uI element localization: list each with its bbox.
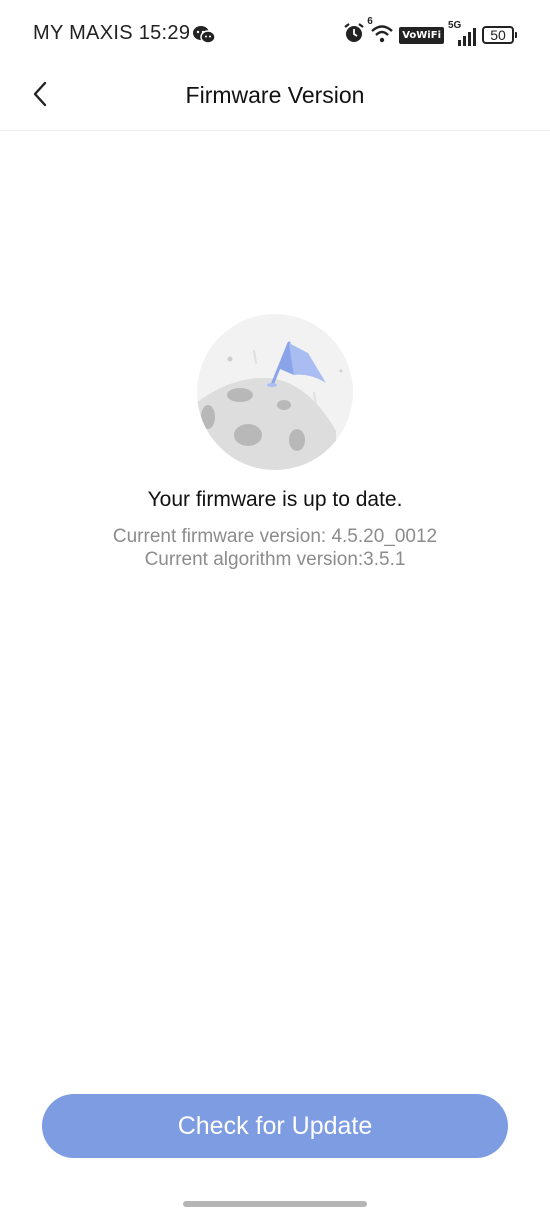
alarm-icon bbox=[343, 22, 365, 49]
moon-flag-illustration bbox=[196, 313, 354, 471]
app-header: Firmware Version bbox=[0, 60, 550, 131]
firmware-status-title: Your firmware is up to date. bbox=[147, 488, 403, 511]
status-icons: 6 VoWiFi 5G 50 bbox=[343, 16, 517, 49]
algorithm-version-text: Current algorithm version:3.5.1 bbox=[144, 549, 406, 570]
carrier-time: MY MAXIS 15:29 bbox=[33, 22, 191, 44]
wifi-badge: 6 bbox=[367, 15, 373, 27]
battery-icon: 50 bbox=[482, 26, 517, 44]
network-type-label: 5G bbox=[448, 20, 462, 31]
firmware-version-text: Current firmware version: 4.5.20_0012 bbox=[112, 526, 438, 547]
check-for-update-button[interactable]: Check for Update bbox=[42, 1094, 508, 1158]
vowifi-badge: VoWiFi bbox=[399, 26, 444, 44]
wechat-notification-icon bbox=[192, 24, 216, 51]
wifi-icon: 6 bbox=[367, 16, 395, 49]
battery-level: 50 bbox=[490, 27, 506, 43]
home-indicator[interactable] bbox=[183, 1201, 367, 1207]
cellular-signal-icon: 5G bbox=[448, 20, 478, 47]
page-title: Firmware Version bbox=[185, 82, 365, 108]
